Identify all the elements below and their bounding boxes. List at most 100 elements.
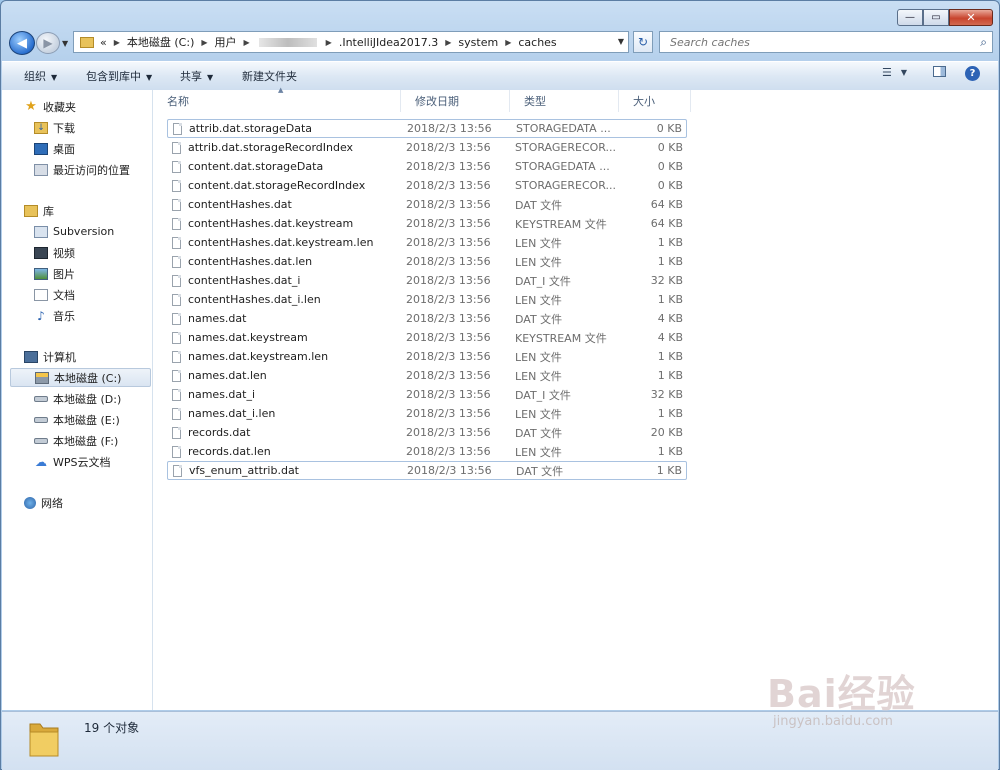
table-row[interactable]: records.dat.len 2018/2/3 13:56 LEN 文件 1 KB [167,442,687,461]
column-header-date[interactable]: 修改日期 [401,90,510,112]
nav-label: 收藏夹 [43,100,76,114]
file-type: DAT_I 文件 [515,388,571,402]
window-controls: — ▭ ✕ [897,9,993,26]
file-size: 1 KB [657,293,683,306]
downloads-icon: ↓ [34,121,48,134]
chevron-right-icon[interactable]: ▶ [114,38,120,47]
column-header-name[interactable]: 名称 ▲ [153,86,401,112]
table-row[interactable]: content.dat.storageRecordIndex 2018/2/3 1… [167,176,687,195]
table-row[interactable]: names.dat_i 2018/2/3 13:56 DAT_I 文件 32 KB [167,385,687,404]
breadcrumb-drive-c[interactable]: 本地磁盘 (C:) [127,34,194,50]
file-name: names.dat.keystream.len [188,350,329,363]
include-in-library-menu[interactable]: 包含到库中 ▼ [86,68,152,84]
folder-icon [80,36,94,48]
table-row[interactable]: records.dat 2018/2/3 13:56 DAT 文件 20 KB [167,423,687,442]
file-name-cell: names.dat [172,312,246,325]
table-row[interactable]: contentHashes.dat.keystream 2018/2/3 13:5… [167,214,687,233]
recent-pages-dropdown[interactable]: ▼ [62,39,68,48]
cloud-icon: ☁ [35,454,47,469]
table-row[interactable]: names.dat.len 2018/2/3 13:56 LEN 文件 1 KB [167,366,687,385]
nav-libraries[interactable]: 库 [24,201,172,220]
nav-computer[interactable]: 计算机 [24,347,172,366]
file-size: 1 KB [657,350,683,363]
column-header-size[interactable]: 大小 [619,90,691,112]
column-header-type[interactable]: 类型 [510,90,619,112]
watermark-logo: Bai经验 [767,672,916,716]
breadcrumb-username-redacted[interactable] [258,37,317,47]
breadcrumb-intellij[interactable]: .IntelliJIdea2017.3 [339,36,438,49]
chevron-right-icon[interactable]: ▶ [244,38,250,47]
chevron-right-icon[interactable]: ▶ [445,38,451,47]
file-size: 20 KB [650,426,683,439]
file-size: 4 KB [657,331,683,344]
nav-favorites[interactable]: ★ 收藏夹 [24,97,172,116]
chevron-right-icon[interactable]: ▶ [201,38,207,47]
file-type: LEN 文件 [515,407,562,421]
recent-places-icon [34,163,48,176]
table-row[interactable]: names.dat.keystream 2018/2/3 13:56 KEYSTRE… [167,328,687,347]
breadcrumb-users[interactable]: 用户 [215,34,237,50]
chevron-right-icon[interactable]: ▶ [505,38,511,47]
video-icon [34,246,48,259]
table-row[interactable]: content.dat.storageData 2018/2/3 13:56 STO… [167,157,687,176]
file-size: 4 KB [657,312,683,325]
file-name: contentHashes.dat_i [188,274,301,287]
minimize-button[interactable]: — [897,9,923,26]
nav-label: WPS云文档 [53,455,111,469]
file-size: 0 KB [657,160,683,173]
forward-button[interactable]: ▶ [36,32,60,54]
file-name: attrib.dat.storageData [189,122,313,135]
search-input[interactable] [668,34,962,50]
nav-label: 本地磁盘 (F:) [53,434,119,448]
view-options-button[interactable]: ☰ ▼ [882,66,907,79]
table-row[interactable]: contentHashes.dat_i.len 2018/2/3 13:56 LEN… [167,290,687,309]
table-row[interactable]: attrib.dat.storageRecordIndex 2018/2/3 13… [167,138,687,157]
file-type: DAT_I 文件 [515,274,571,288]
table-row[interactable]: contentHashes.dat_i 2018/2/3 13:56 DAT_I 文… [167,271,687,290]
table-row[interactable]: names.dat_i.len 2018/2/3 13:56 LEN 文件 1 KB [167,404,687,423]
table-row[interactable]: attrib.dat.storageData 2018/2/3 13:56 STOR… [167,119,687,138]
file-name-cell: contentHashes.dat_i [172,274,300,287]
table-row[interactable]: names.dat 2018/2/3 13:56 DAT 文件 4 KB [167,309,687,328]
table-row[interactable]: names.dat.keystream.len 2018/2/3 13:56 LEN… [167,347,687,366]
new-folder-button[interactable]: 新建文件夹 [242,68,297,84]
file-name-cell: names.dat.keystream.len [172,350,328,363]
preview-pane-button[interactable] [933,66,946,77]
file-icon [172,445,181,458]
drive-icon [34,416,48,423]
chevron-right-icon[interactable]: ▶ [326,38,332,47]
file-type: LEN 文件 [515,255,562,269]
share-menu[interactable]: 共享 ▼ [180,68,213,84]
file-date: 2018/2/3 13:56 [406,179,491,192]
breadcrumb-caches[interactable]: caches [518,36,556,49]
help-button[interactable]: ? [965,66,980,81]
nav-label: 图片 [53,267,75,281]
desktop-icon [34,142,48,155]
nav-item-drive-c[interactable]: 本地磁盘 (C:) [10,368,151,387]
refresh-button[interactable]: ↻ [633,31,653,53]
maximize-button[interactable]: ▭ [923,9,949,26]
table-row[interactable]: contentHashes.dat 2018/2/3 13:56 DAT 文件 64 … [167,195,687,214]
nav-label: 本地磁盘 (E:) [53,413,120,427]
file-name-cell: contentHashes.dat.len [172,255,312,268]
library-icon [24,204,38,217]
file-icon [172,274,181,287]
table-row[interactable]: vfs_enum_attrib.dat 2018/2/3 13:56 DAT 文件 1… [167,461,687,480]
breadcrumb-overflow[interactable]: « [100,36,107,49]
file-date: 2018/2/3 13:56 [406,198,491,211]
navigation-bar: ◀ ▶ ▼ « ▶ 本地磁盘 (C:) ▶ 用户 ▶ ▶ .IntelliJId… [9,31,993,55]
close-button[interactable]: ✕ [949,9,993,26]
address-history-dropdown[interactable]: ▼ [618,37,624,46]
search-box[interactable]: ⌕ [659,31,993,53]
address-bar[interactable]: « ▶ 本地磁盘 (C:) ▶ 用户 ▶ ▶ .IntelliJIdea2017… [73,31,629,53]
nav-network[interactable]: 网络 [24,493,172,512]
back-button[interactable]: ◀ [9,31,35,55]
file-icon [173,122,182,135]
organize-menu[interactable]: 组织 ▼ [24,68,57,84]
search-icon[interactable]: ⌕ [980,35,987,50]
breadcrumb-system[interactable]: system [458,36,498,49]
file-type: STORAGEDATA ... [516,122,611,135]
file-size: 1 KB [657,236,683,249]
table-row[interactable]: contentHashes.dat.keystream.len 2018/2/3 … [167,233,687,252]
table-row[interactable]: contentHashes.dat.len 2018/2/3 13:56 LEN 文… [167,252,687,271]
